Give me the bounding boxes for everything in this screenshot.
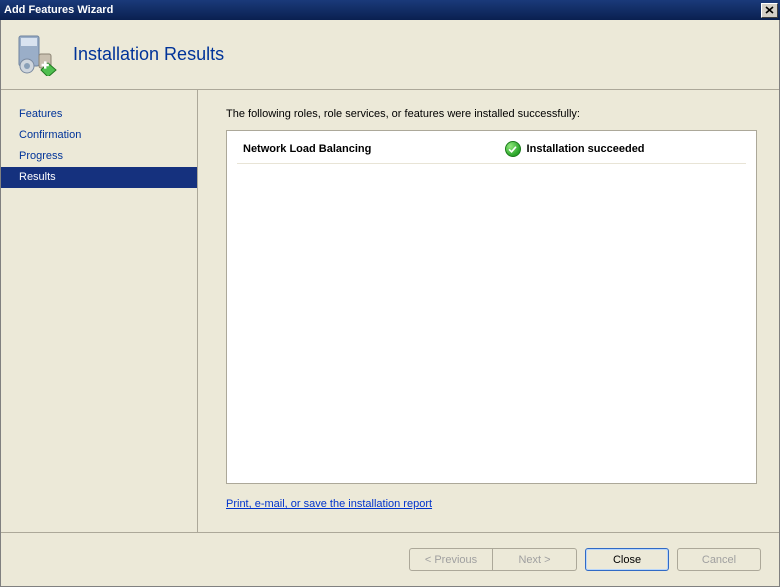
sidebar-item-label: Confirmation xyxy=(19,129,81,141)
results-list: Network Load Balancing Installation succ… xyxy=(226,130,757,484)
window-title: Add Features Wizard xyxy=(4,4,113,16)
installation-report-link[interactable]: Print, e-mail, or save the installation … xyxy=(226,498,757,510)
result-row: Network Load Balancing Installation succ… xyxy=(237,137,746,164)
close-button[interactable]: Close xyxy=(585,548,669,571)
intro-text: The following roles, role services, or f… xyxy=(226,108,757,120)
result-status: Installation succeeded xyxy=(505,141,645,157)
cancel-button: Cancel xyxy=(677,548,761,571)
sidebar-item-label: Features xyxy=(19,108,62,120)
close-icon xyxy=(765,6,774,14)
sidebar-item-features[interactable]: Features xyxy=(1,104,197,125)
sidebar-item-label: Progress xyxy=(19,150,63,162)
previous-button: < Previous xyxy=(409,548,493,571)
wizard-sidebar: Features Confirmation Progress Results xyxy=(1,90,197,532)
sidebar-item-confirmation[interactable]: Confirmation xyxy=(1,125,197,146)
result-feature-name: Network Load Balancing xyxy=(243,143,505,155)
prev-next-group: < Previous Next > xyxy=(409,548,577,571)
content-row: Features Confirmation Progress Results T… xyxy=(1,90,779,532)
spacer xyxy=(226,510,757,532)
sidebar-item-progress[interactable]: Progress xyxy=(1,146,197,167)
wizard-header: Installation Results xyxy=(1,20,779,90)
wizard-header-icon xyxy=(15,34,57,76)
page-title: Installation Results xyxy=(73,44,224,65)
sidebar-item-label: Results xyxy=(19,171,56,183)
window-close-button[interactable] xyxy=(761,3,778,18)
next-button: Next > xyxy=(493,548,577,571)
wizard-footer: < Previous Next > Close Cancel xyxy=(1,532,779,586)
success-icon xyxy=(505,141,521,157)
wizard-main: The following roles, role services, or f… xyxy=(197,90,779,532)
result-status-text: Installation succeeded xyxy=(527,143,645,155)
window-body: Installation Results Features Confirmati… xyxy=(0,20,780,587)
sidebar-item-results[interactable]: Results xyxy=(1,167,197,188)
title-bar: Add Features Wizard xyxy=(0,0,780,20)
